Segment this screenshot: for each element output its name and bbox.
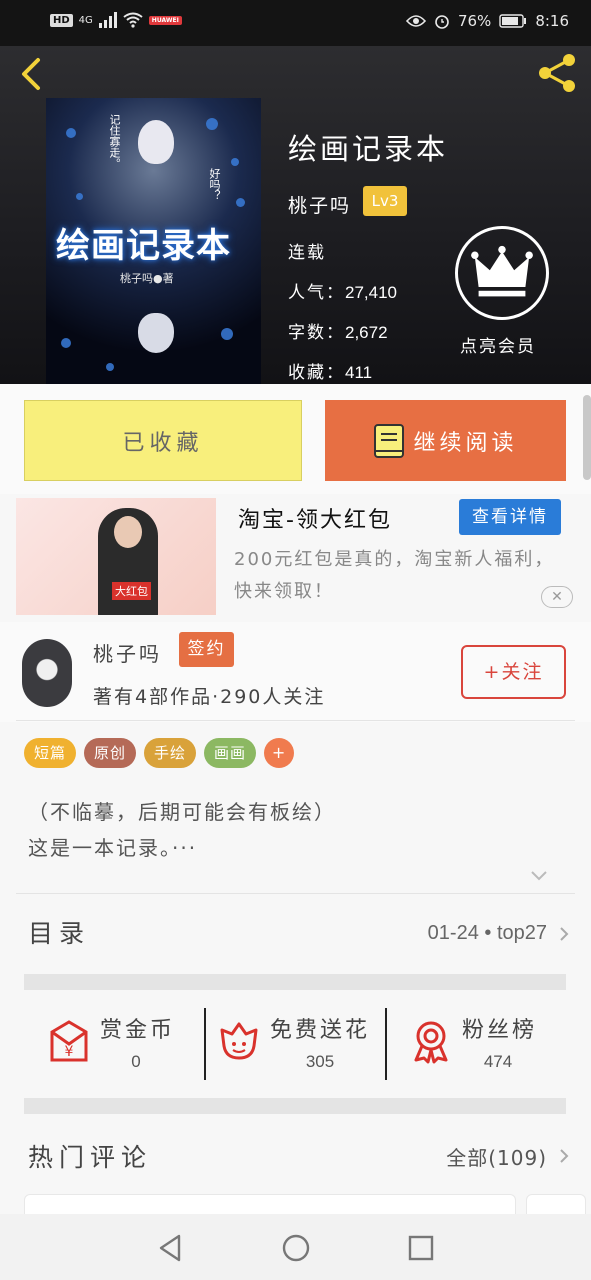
stat-value: 474 (483, 1052, 513, 1071)
all-comments-link[interactable]: 全部(109) (446, 1142, 547, 1171)
fan-rank-stat[interactable]: 粉丝榜 474 (408, 990, 558, 1098)
back-arrow-icon[interactable] (16, 54, 46, 94)
free-flower-stat[interactable]: 免费送花 305 (216, 990, 386, 1098)
battery-icon (499, 14, 527, 28)
cover-character (138, 120, 174, 164)
follow-button[interactable]: +关注 (461, 645, 566, 699)
author-stats: 著有4部作品·290人关注 (93, 686, 326, 708)
action-bar: 已收藏 继续阅读 (0, 384, 591, 494)
cover-character-reflection (138, 313, 174, 353)
app-badge: HUAWEI (148, 15, 182, 25)
signal-label: 4G (78, 14, 93, 26)
stat-label: 免费送花 (270, 1018, 371, 1043)
ad-close-icon[interactable]: ✕ (541, 586, 573, 608)
crown-icon[interactable] (455, 226, 549, 320)
stat-value: 0 (131, 1052, 141, 1071)
recents-square-icon[interactable] (408, 1235, 434, 1261)
word-count-row: 字数：2,672 (288, 323, 388, 343)
section-separator (24, 1098, 566, 1114)
clock: 8:16 (535, 12, 569, 30)
system-nav-bar (0, 1214, 591, 1280)
collected-button[interactable]: 已收藏 (24, 400, 302, 481)
word-count-value: 2,672 (345, 323, 388, 342)
ad-image-text: 大红包 (112, 582, 151, 600)
book-title: 绘画记录本 (288, 132, 449, 166)
collections-row: 收藏：411 (288, 363, 373, 383)
signal-icon (98, 12, 117, 28)
book-header: 记住寡走。 好吗？ 绘画记录本 桃子吗●著 绘画记录本 桃子吗 Lv3 连载 人… (0, 46, 591, 384)
chevron-down-icon[interactable] (530, 868, 548, 882)
ad-title: 淘宝-领大红包 (238, 508, 392, 533)
chevron-right-icon (560, 1149, 569, 1163)
ad-banner[interactable]: 大红包 淘宝-领大红包 查看详情 200元红包是真的，淘宝新人福利，快来领取！ … (0, 494, 591, 622)
add-tag-button[interactable]: + (264, 738, 295, 768)
collected-label: 已收藏 (122, 430, 204, 456)
popularity-row: 人气：27,410 (288, 283, 397, 303)
avatar[interactable] (22, 639, 72, 707)
collections-value: 411 (345, 363, 373, 382)
ad-image[interactable]: 大红包 (16, 498, 216, 615)
cover-side-text: 好吗？ (208, 168, 221, 201)
ad-details-button[interactable]: 查看详情 (459, 499, 561, 535)
stat-label: 赏金币 (100, 1018, 176, 1043)
home-circle-icon[interactable] (282, 1234, 310, 1262)
author-row: 桃子吗 签约 著有4部作品·290人关注 +关注 (0, 622, 591, 722)
eye-icon (405, 15, 426, 27)
continue-reading-label: 继续阅读 (413, 430, 518, 456)
tag-chip[interactable]: 画画 (204, 738, 257, 768)
cover-side-text: 记住寡走。 (108, 114, 121, 169)
scrollbar[interactable] (583, 395, 591, 480)
alarm-icon (435, 15, 449, 29)
level-badge: Lv3 (363, 186, 407, 216)
svg-text:¥: ¥ (65, 1044, 74, 1060)
stat-label: 粉丝榜 (462, 1018, 538, 1043)
book-cover[interactable]: 记住寡走。 好吗？ 绘画记录本 桃子吗●著 (46, 98, 261, 384)
tag-list: 短篇 原创 手绘 画画 + (24, 738, 295, 768)
comments-title: 热门评论 (28, 1143, 153, 1172)
ad-description: 200元红包是真的，淘宝新人福利，快来领取！ (234, 549, 555, 602)
stat-value: 305 (305, 1052, 335, 1071)
share-icon[interactable] (535, 50, 581, 96)
signed-badge: 签约 (179, 632, 234, 667)
book-description: （不临摹，后期可能会有板绘） 这是一本记录。··· (28, 794, 336, 866)
divider (16, 720, 575, 721)
back-triangle-icon[interactable] (157, 1234, 183, 1262)
popularity-value: 27,410 (345, 283, 397, 302)
catalog-info: 01-24 • top27 (427, 922, 547, 944)
status-bar: HD 4G HUAWEI 76% 8:16 (0, 0, 591, 46)
book-author[interactable]: 桃子吗 (288, 191, 351, 218)
tag-chip[interactable]: 手绘 (144, 738, 197, 768)
battery-percent: 76% (457, 12, 492, 30)
cover-title: 绘画记录本 (56, 226, 231, 266)
catalog-title: 目录 (28, 919, 91, 948)
catalog-row[interactable]: 目录 01-24 • top27 (0, 894, 591, 972)
cover-author: 桃子吗●著 (120, 272, 174, 285)
wifi-icon (123, 12, 143, 28)
description-line: 这是一本记录。··· (28, 836, 198, 860)
divider (385, 1008, 387, 1080)
description-line: （不临摹，后期可能会有板绘） (28, 800, 336, 824)
vip-label[interactable]: 点亮会员 (460, 332, 536, 357)
stats-row: ¥ 赏金币 0 免费送花 305 粉丝榜 474 (0, 990, 591, 1098)
hd-indicator: HD (50, 13, 73, 27)
chevron-right-icon (560, 927, 569, 941)
divider (204, 1008, 206, 1080)
book-icon (374, 423, 405, 458)
book-status: 连载 (288, 243, 326, 263)
section-separator (24, 974, 566, 990)
tag-chip[interactable]: 短篇 (24, 738, 77, 768)
tag-chip[interactable]: 原创 (84, 738, 137, 768)
reward-coin-stat[interactable]: ¥ 赏金币 0 (46, 990, 196, 1098)
author-name[interactable]: 桃子吗 (93, 638, 162, 667)
continue-reading-button[interactable]: 继续阅读 (325, 400, 566, 481)
flower-icon (220, 1022, 258, 1060)
